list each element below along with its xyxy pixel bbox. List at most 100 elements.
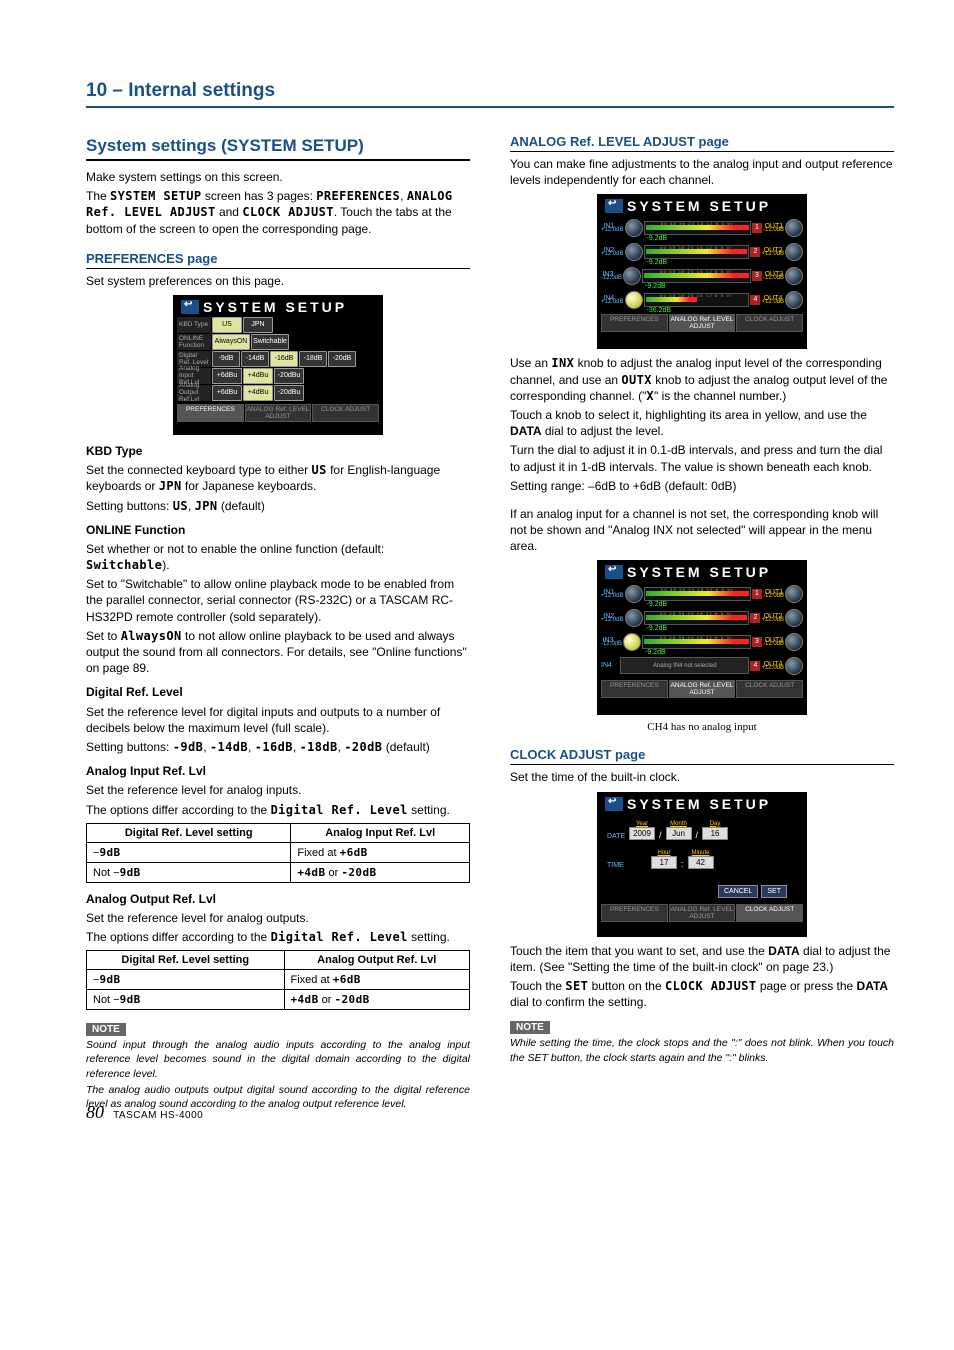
level-meter: 60 48 36 24 18 12 6 0 Vr-9.2dB bbox=[644, 611, 750, 625]
tab: CLOCK ADJUST bbox=[736, 680, 803, 698]
text: or bbox=[319, 994, 335, 1006]
ui-term: Digital Ref. Level bbox=[271, 803, 408, 817]
ui-term: 9dB bbox=[120, 993, 141, 1006]
body-text: Touch a knob to select it, highlighting … bbox=[510, 407, 894, 439]
table-header: Analog Input Ref. Lvl bbox=[291, 823, 470, 842]
value: -9.2dB bbox=[645, 283, 666, 290]
value: -9.2dB bbox=[647, 601, 668, 608]
text: Setting buttons: bbox=[86, 740, 173, 754]
level-meter: 60 48 36 24 18 12 6 0 Vr-9.2dB bbox=[644, 221, 751, 235]
ui-term: -18dB bbox=[300, 740, 338, 754]
knob-icon bbox=[785, 291, 803, 309]
tab: CLOCK ADJUST bbox=[736, 314, 803, 332]
body-text: Set the reference level for analog outpu… bbox=[86, 910, 470, 926]
screenshot-preferences: SYSTEM SETUP KBD Type US JPN ONLINE Func… bbox=[173, 295, 383, 435]
ui-term: JPN bbox=[195, 499, 218, 513]
subheading-preferences: PREFERENCES page bbox=[86, 251, 470, 269]
text: The options differ according to the bbox=[86, 930, 271, 944]
note-text: Sound input through the analog audio inp… bbox=[86, 1038, 470, 1081]
knob-icon bbox=[623, 633, 641, 651]
table-analog-input: Digital Ref. Level settingAnalog Input R… bbox=[86, 823, 470, 883]
knob-icon bbox=[623, 267, 641, 285]
option-button: US bbox=[212, 317, 242, 333]
value: -12.0dB bbox=[763, 593, 784, 599]
field-value: 17 bbox=[651, 856, 677, 869]
ui-term: DATA bbox=[768, 944, 800, 958]
text: The bbox=[86, 189, 110, 203]
chapter-title: 10 – Internal settings bbox=[86, 80, 894, 108]
screenshot-title: SYSTEM SETUP bbox=[627, 564, 771, 580]
body-text: You can make fine adjustments to the ana… bbox=[510, 156, 894, 188]
note-label: NOTE bbox=[86, 1023, 126, 1036]
text: Set the connected keyboard type to eithe… bbox=[86, 463, 311, 477]
back-icon bbox=[605, 199, 623, 213]
body-text: Set the reference level for digital inpu… bbox=[86, 704, 470, 736]
text: or bbox=[325, 867, 341, 879]
text: " is the channel number.) bbox=[654, 389, 786, 403]
text: , bbox=[248, 740, 255, 754]
knob-icon bbox=[785, 267, 803, 285]
text: Touch a knob to select it, highlighting … bbox=[510, 408, 867, 422]
option-button: +4dBu bbox=[243, 368, 273, 384]
value: +12.0dB bbox=[601, 593, 624, 599]
table-cell: Fixed at +6dB bbox=[291, 842, 470, 862]
value: -9.2dB bbox=[647, 625, 668, 632]
body-text: The options differ according to the Digi… bbox=[86, 929, 470, 945]
text: Use an bbox=[510, 356, 551, 370]
ui-term: CLOCK ADJUST bbox=[665, 979, 757, 993]
field-value: 16 bbox=[702, 827, 728, 840]
knob-icon bbox=[785, 585, 803, 603]
knob-icon bbox=[625, 609, 643, 627]
ui-term: SYSTEM SETUP bbox=[110, 189, 202, 203]
ui-term: -16dB bbox=[255, 740, 293, 754]
ui-term: PREFERENCES bbox=[316, 189, 400, 203]
runhead: KBD Type bbox=[86, 443, 470, 459]
ui-term: 9dB bbox=[99, 973, 120, 986]
ui-term: -20dB bbox=[344, 740, 382, 754]
channel-num: 2 bbox=[750, 613, 760, 623]
body-text: If an analog input for a channel is not … bbox=[510, 506, 894, 555]
body-text: The SYSTEM SETUP screen has 3 pages: PRE… bbox=[86, 188, 470, 237]
table-header: Analog Output Ref. Lvl bbox=[284, 951, 469, 970]
tab: CLOCK ADJUST bbox=[312, 404, 379, 422]
section-title-system: System settings (SYSTEM SETUP) bbox=[86, 136, 470, 161]
option-button: JPN bbox=[243, 317, 273, 333]
ui-term: +6dB bbox=[333, 973, 361, 986]
body-text: Touch the item that you want to set, and… bbox=[510, 943, 894, 975]
value: -36.2dB bbox=[647, 307, 672, 314]
text: Fixed at bbox=[291, 974, 333, 986]
tab: PREFERENCES bbox=[601, 904, 668, 922]
level-meter: 60 48 36 24 18 12 6 0 Vr-9.2dB bbox=[642, 269, 751, 283]
knob-icon bbox=[785, 219, 803, 237]
option-button: -14dB bbox=[241, 351, 269, 367]
table-analog-output: Digital Ref. Level settingAnalog Output … bbox=[86, 950, 470, 1010]
tab: ANALOG Ref. LEVEL ADJUST bbox=[245, 404, 312, 422]
ui-term: +6dB bbox=[340, 846, 368, 859]
ui-term: DATA bbox=[510, 424, 542, 438]
subheading-analog-adjust: ANALOG Ref. LEVEL ADJUST page bbox=[510, 134, 894, 152]
text: Setting buttons: bbox=[86, 499, 173, 513]
row-label: Analog Output Ref.Lvl bbox=[177, 385, 211, 401]
body-text: Set the time of the built-in clock. bbox=[510, 769, 894, 785]
ui-term: X bbox=[646, 389, 654, 403]
body-text: Set the connected keyboard type to eithe… bbox=[86, 462, 470, 494]
channel-num: 3 bbox=[752, 271, 762, 281]
channel-num: 3 bbox=[752, 637, 762, 647]
text: dial to confirm the setting. bbox=[510, 995, 647, 1009]
value: -9.2dB bbox=[647, 259, 668, 266]
value: +12.0dB bbox=[761, 665, 784, 671]
ui-term: 9dB bbox=[120, 866, 141, 879]
value: -12.0dB bbox=[763, 227, 784, 233]
note-label: NOTE bbox=[510, 1021, 550, 1034]
not-selected-msg: Analog IN4 not selected bbox=[620, 657, 749, 674]
value: +12.0dB bbox=[601, 299, 624, 305]
tab: CLOCK ADJUST bbox=[736, 904, 803, 922]
left-column: System settings (SYSTEM SETUP) Make syst… bbox=[86, 134, 470, 1113]
text: , bbox=[293, 740, 300, 754]
channel-num: 4 bbox=[750, 295, 760, 305]
tab: PREFERENCES bbox=[177, 404, 244, 422]
table-cell: Fixed at +6dB bbox=[284, 970, 469, 990]
runhead: Digital Ref. Level bbox=[86, 684, 470, 700]
text: setting. bbox=[408, 930, 450, 944]
table-cell: +4dB or -20dB bbox=[284, 990, 469, 1010]
